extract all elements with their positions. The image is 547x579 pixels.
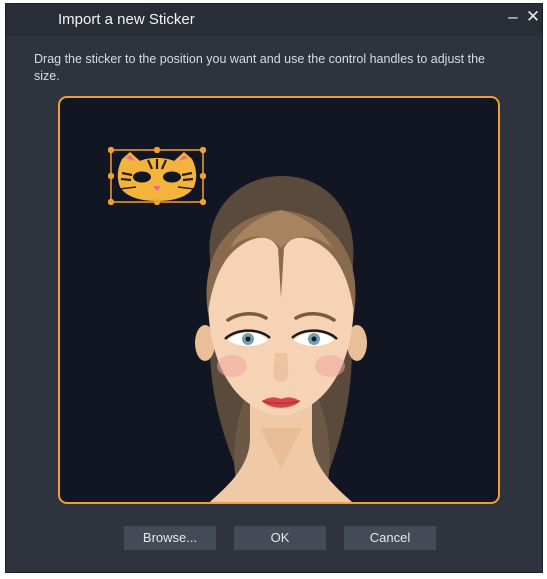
instruction-text: Drag the sticker to the position you wan… (34, 52, 485, 83)
cancel-button[interactable]: Cancel (344, 526, 436, 550)
close-button[interactable]: ✕ (523, 7, 543, 27)
import-sticker-dialog: Import a new Sticker – ✕ Drag the sticke… (6, 4, 542, 572)
browse-button[interactable]: Browse... (124, 526, 216, 550)
minimize-button[interactable]: – (503, 7, 523, 27)
sticker-preview-canvas[interactable] (58, 96, 500, 504)
ok-button[interactable]: OK (234, 526, 326, 550)
dialog-title: Import a new Sticker (58, 11, 195, 28)
cat-face-sticker-icon (107, 146, 207, 206)
title-bar: Import a new Sticker – ✕ (6, 4, 542, 36)
cat-sticker[interactable] (107, 146, 207, 206)
